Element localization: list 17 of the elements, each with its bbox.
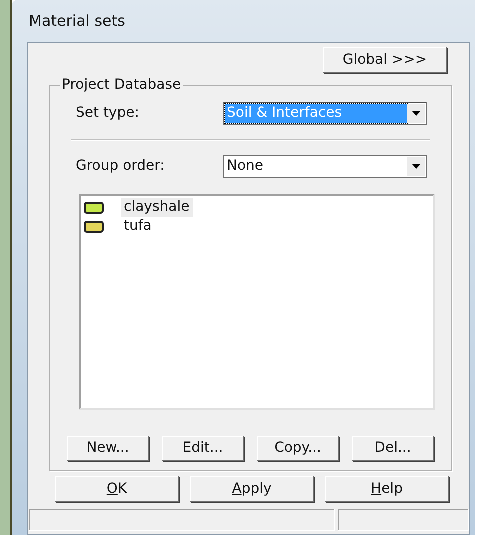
window-title: Material sets <box>29 10 126 32</box>
global-button[interactable]: Global >>> <box>323 47 447 73</box>
group-order-dropdown[interactable]: None <box>223 155 427 178</box>
dropdown-value: None <box>226 157 265 176</box>
dialog-button[interactable]: Apply <box>190 476 314 502</box>
set-type-label: Set type: <box>76 104 140 123</box>
action-button[interactable]: Del... <box>352 436 434 461</box>
action-button[interactable]: Edit... <box>162 436 244 461</box>
material-item[interactable]: tufa <box>121 217 155 236</box>
group-title: Project Database <box>60 76 184 94</box>
dropdown-value: Soil & Interfaces <box>225 104 407 123</box>
action-button[interactable]: New... <box>67 436 149 461</box>
dialog-button[interactable]: Help <box>325 476 449 502</box>
material-item[interactable]: clayshale <box>121 198 193 217</box>
action-button[interactable]: Copy... <box>257 436 339 461</box>
dialog-button[interactable]: OK <box>55 476 179 502</box>
group-order-label: Group order: <box>76 157 166 176</box>
